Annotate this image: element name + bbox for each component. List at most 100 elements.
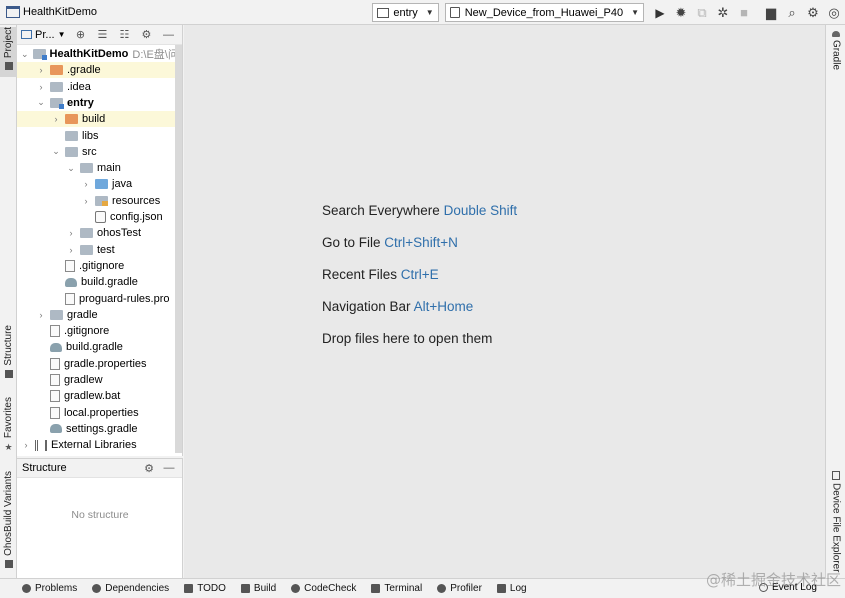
dependencies-tab[interactable]: Dependencies (92, 583, 169, 594)
collapse-all-icon[interactable]: ☷ (117, 28, 131, 42)
codecheck-icon (291, 584, 301, 593)
chevron-down-icon[interactable]: ⌄ (66, 163, 76, 174)
codecheck-tab[interactable]: CodeCheck (291, 583, 356, 594)
terminal-tab[interactable]: Terminal (371, 583, 422, 594)
tree-item[interactable]: › .gradle (17, 62, 182, 79)
tree-item[interactable]: proguard-rules.pro (17, 291, 182, 307)
chevron-right-icon[interactable]: › (51, 114, 61, 124)
tree-item[interactable]: › resources (17, 193, 182, 209)
tree-item[interactable]: › External Libraries (17, 437, 182, 453)
favorites-tool-tab[interactable]: Favorites ★ (0, 397, 17, 457)
debug-button[interactable]: ✹ (671, 3, 691, 23)
tree-item[interactable]: › build (17, 111, 182, 128)
tree-item-label: config.json (110, 211, 163, 223)
hint-shortcut: Double Shift (443, 203, 518, 218)
library-icon (35, 439, 47, 451)
chevron-right-icon[interactable]: › (81, 196, 91, 206)
module-folder-icon (32, 49, 47, 60)
gear-icon[interactable]: ⚙ (142, 461, 156, 475)
tree-item-label: settings.gradle (66, 422, 138, 435)
attach-debugger-button[interactable]: ⧉ (692, 3, 712, 23)
gear-icon[interactable]: ⚙ (139, 28, 153, 42)
tree-item-label: resources (112, 194, 161, 207)
chevron-right-icon[interactable]: › (66, 245, 76, 255)
gradle-tool-tab[interactable]: Gradle (828, 31, 844, 70)
chevron-right-icon[interactable]: › (36, 82, 46, 92)
tree-item[interactable]: ⌄ entry (17, 95, 182, 111)
tree-item[interactable]: ⌄ src (17, 144, 182, 160)
tree-item-label: build (82, 113, 106, 126)
tree-item-label: entry (67, 96, 94, 109)
todo-tab[interactable]: TODO (184, 583, 226, 594)
device-selector[interactable]: New_Device_from_Huawei_P40 ▼ (444, 3, 644, 22)
tree-item[interactable]: › gradle (17, 307, 182, 323)
project-structure-button[interactable]: ▆ (761, 3, 781, 23)
log-tab[interactable]: Log (496, 583, 527, 594)
chevron-down-icon[interactable]: ⌄ (36, 97, 46, 108)
tree-item[interactable]: config.json (17, 209, 182, 225)
chevron-right-icon[interactable]: › (21, 440, 31, 450)
tree-item[interactable]: gradle.properties (17, 356, 182, 372)
tree-item[interactable]: local.properties (17, 405, 182, 421)
device-file-explorer-tool-tab[interactable]: Device File Explorer (828, 471, 844, 572)
chevron-right-icon[interactable]: › (81, 179, 91, 189)
tree-item[interactable]: libs (17, 128, 182, 144)
build-variants-tool-tab[interactable]: OhosBuild Variants (0, 471, 17, 571)
minimize-icon[interactable]: — (162, 461, 176, 475)
locate-file-icon[interactable]: ⊕ (73, 28, 87, 42)
hint-recent-files: Recent Files Ctrl+E (322, 267, 439, 282)
tree-item-label: gradle.properties (64, 357, 147, 370)
tree-item[interactable]: .gitignore (17, 323, 182, 339)
problems-icon (22, 584, 31, 593)
chevron-right-icon[interactable]: › (36, 310, 46, 320)
folder-settings-icon: ▆ (766, 4, 776, 20)
tree-item[interactable]: › .idea (17, 79, 182, 95)
tab-label: Build (253, 583, 277, 594)
profiler-tab[interactable]: Profiler (437, 583, 482, 594)
project-title[interactable]: HealthKitDemo (0, 6, 97, 18)
tree-item[interactable]: › java (17, 176, 182, 192)
project-tree-scrollbar[interactable] (175, 45, 182, 453)
tree-item[interactable]: settings.gradle (17, 421, 182, 437)
chevron-right-icon[interactable]: › (66, 228, 76, 238)
profiler-icon (437, 584, 447, 593)
tree-item-label: .gitignore (64, 325, 110, 338)
tree-item[interactable]: .gitignore (17, 258, 182, 274)
run-button[interactable]: ▶ (650, 3, 670, 23)
chevron-down-icon: ▼ (57, 30, 66, 39)
gradle-tab-label: Gradle (830, 40, 842, 71)
tree-item[interactable]: gradlew.bat (17, 388, 182, 404)
search-button[interactable]: ⌕ (782, 3, 802, 23)
project-tool-tab[interactable]: Project (0, 27, 17, 77)
orange-folder-icon (65, 114, 78, 125)
tree-item[interactable]: gradlew (17, 372, 182, 388)
todo-icon (184, 584, 194, 593)
tree-item[interactable]: ⌄ main (17, 160, 182, 176)
account-button[interactable]: ◎ (824, 3, 844, 23)
hint-navigation-bar: Navigation Bar Alt+Home (322, 299, 473, 314)
tree-item[interactable]: › test (17, 242, 182, 258)
tree-item[interactable]: ⌄HealthKitDemoD:\E盘\问题 (17, 46, 182, 62)
chevron-down-icon[interactable]: ⌄ (21, 49, 29, 60)
structure-tool-tab[interactable]: Structure (0, 325, 17, 387)
project-tab-icon (4, 62, 13, 71)
editor-empty-area[interactable]: Search Everywhere Double Shift Go to Fil… (184, 25, 825, 578)
build-tab[interactable]: Build (240, 583, 277, 594)
project-view-selector[interactable]: Pr... ▼ (21, 29, 65, 41)
file-icon (65, 292, 75, 305)
chevron-down-icon[interactable]: ⌄ (51, 146, 61, 157)
tree-item[interactable]: › ohosTest (17, 225, 182, 241)
minimize-icon[interactable]: — (161, 28, 175, 42)
file-icon (50, 390, 60, 403)
stop-button[interactable]: ■ (734, 3, 754, 23)
expand-all-icon[interactable]: ☰ (95, 28, 109, 42)
tree-item[interactable]: build.gradle (17, 274, 182, 290)
module-selector[interactable]: entry ▼ (372, 3, 439, 22)
profile-button[interactable]: ✲ (713, 3, 733, 23)
structure-tab-icon (4, 369, 13, 378)
settings-button[interactable]: ⚙ (803, 3, 823, 23)
problems-tab[interactable]: Problems (22, 583, 77, 594)
chevron-right-icon[interactable]: › (36, 65, 46, 75)
tree-item[interactable]: build.gradle (17, 339, 182, 355)
gradle-elephant-icon (832, 31, 840, 37)
